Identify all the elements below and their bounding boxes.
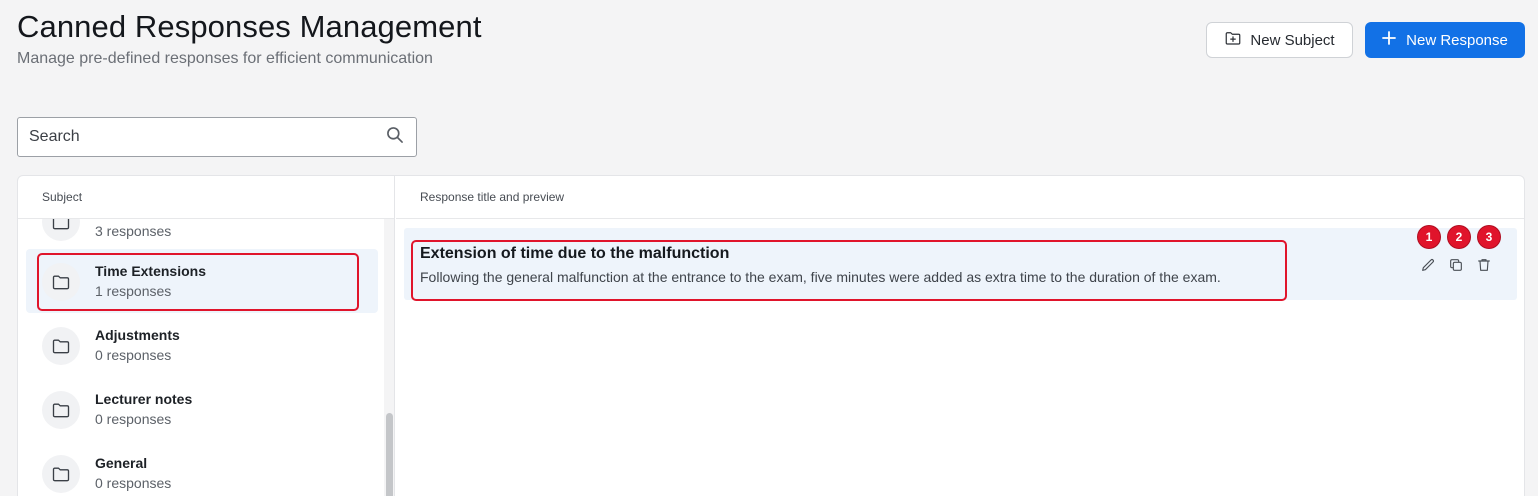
subject-count: 3 responses	[95, 223, 172, 239]
subject-item-time-extensions[interactable]: Time Extensions 1 responses	[26, 249, 378, 313]
subject-name: General	[95, 455, 148, 471]
response-column-header: Response title and preview	[396, 176, 1524, 219]
response-title: Extension of time due to the malfunction	[420, 245, 730, 262]
new-response-label: New Response	[1406, 31, 1508, 49]
badge-copy: 2	[1448, 226, 1470, 248]
subject-name: Lecturer notes	[95, 391, 193, 407]
response-preview: Following the general malfunction at the…	[420, 269, 1221, 285]
pencil-icon[interactable]	[1419, 256, 1437, 274]
plus-icon	[1382, 31, 1397, 49]
new-response-button[interactable]: New Response	[1365, 22, 1525, 58]
subject-name: Time Extensions	[95, 263, 207, 279]
badge-edit: 1	[1418, 226, 1440, 248]
search-input[interactable]	[29, 128, 385, 146]
subject-name: Adjustments	[95, 327, 180, 343]
new-subject-button[interactable]: New Subject	[1206, 22, 1353, 58]
folder-icon	[42, 219, 80, 241]
subject-count: 0 responses	[95, 475, 172, 491]
new-subject-label: New Subject	[1250, 31, 1335, 49]
folder-icon	[42, 455, 80, 493]
page-title: Canned Responses Management	[17, 9, 482, 44]
subject-count: 0 responses	[95, 347, 172, 363]
page-subtitle: Manage pre-defined responses for efficie…	[17, 50, 433, 67]
folder-plus-icon	[1224, 29, 1242, 51]
subject-item[interactable]: 3 responses	[26, 219, 378, 253]
response-column: Response title and preview Extension of …	[396, 176, 1524, 496]
responses-panel: Subject 3 responses Time Extensions 1 re…	[17, 175, 1525, 496]
subject-count: 1 responses	[95, 283, 172, 299]
badge-delete: 3	[1478, 226, 1500, 248]
response-row[interactable]: Extension of time due to the malfunction…	[404, 228, 1517, 300]
trash-icon[interactable]	[1475, 256, 1493, 274]
folder-icon	[42, 263, 80, 301]
subject-column: Subject 3 responses Time Extensions 1 re…	[18, 176, 395, 496]
subject-list: 3 responses Time Extensions 1 responses …	[18, 219, 384, 496]
subject-item-general[interactable]: General 0 responses	[26, 441, 378, 496]
search-box	[17, 117, 417, 157]
subject-item-adjustments[interactable]: Adjustments 0 responses	[26, 313, 378, 377]
subject-scrollbar-thumb[interactable]	[386, 413, 393, 496]
subject-column-header: Subject	[18, 176, 394, 219]
copy-icon[interactable]	[1447, 256, 1465, 274]
response-actions	[1419, 256, 1493, 274]
subject-count: 0 responses	[95, 411, 172, 427]
folder-icon	[42, 391, 80, 429]
folder-icon	[42, 327, 80, 365]
subject-item-lecturer-notes[interactable]: Lecturer notes 0 responses	[26, 377, 378, 441]
search-icon[interactable]	[385, 125, 405, 150]
